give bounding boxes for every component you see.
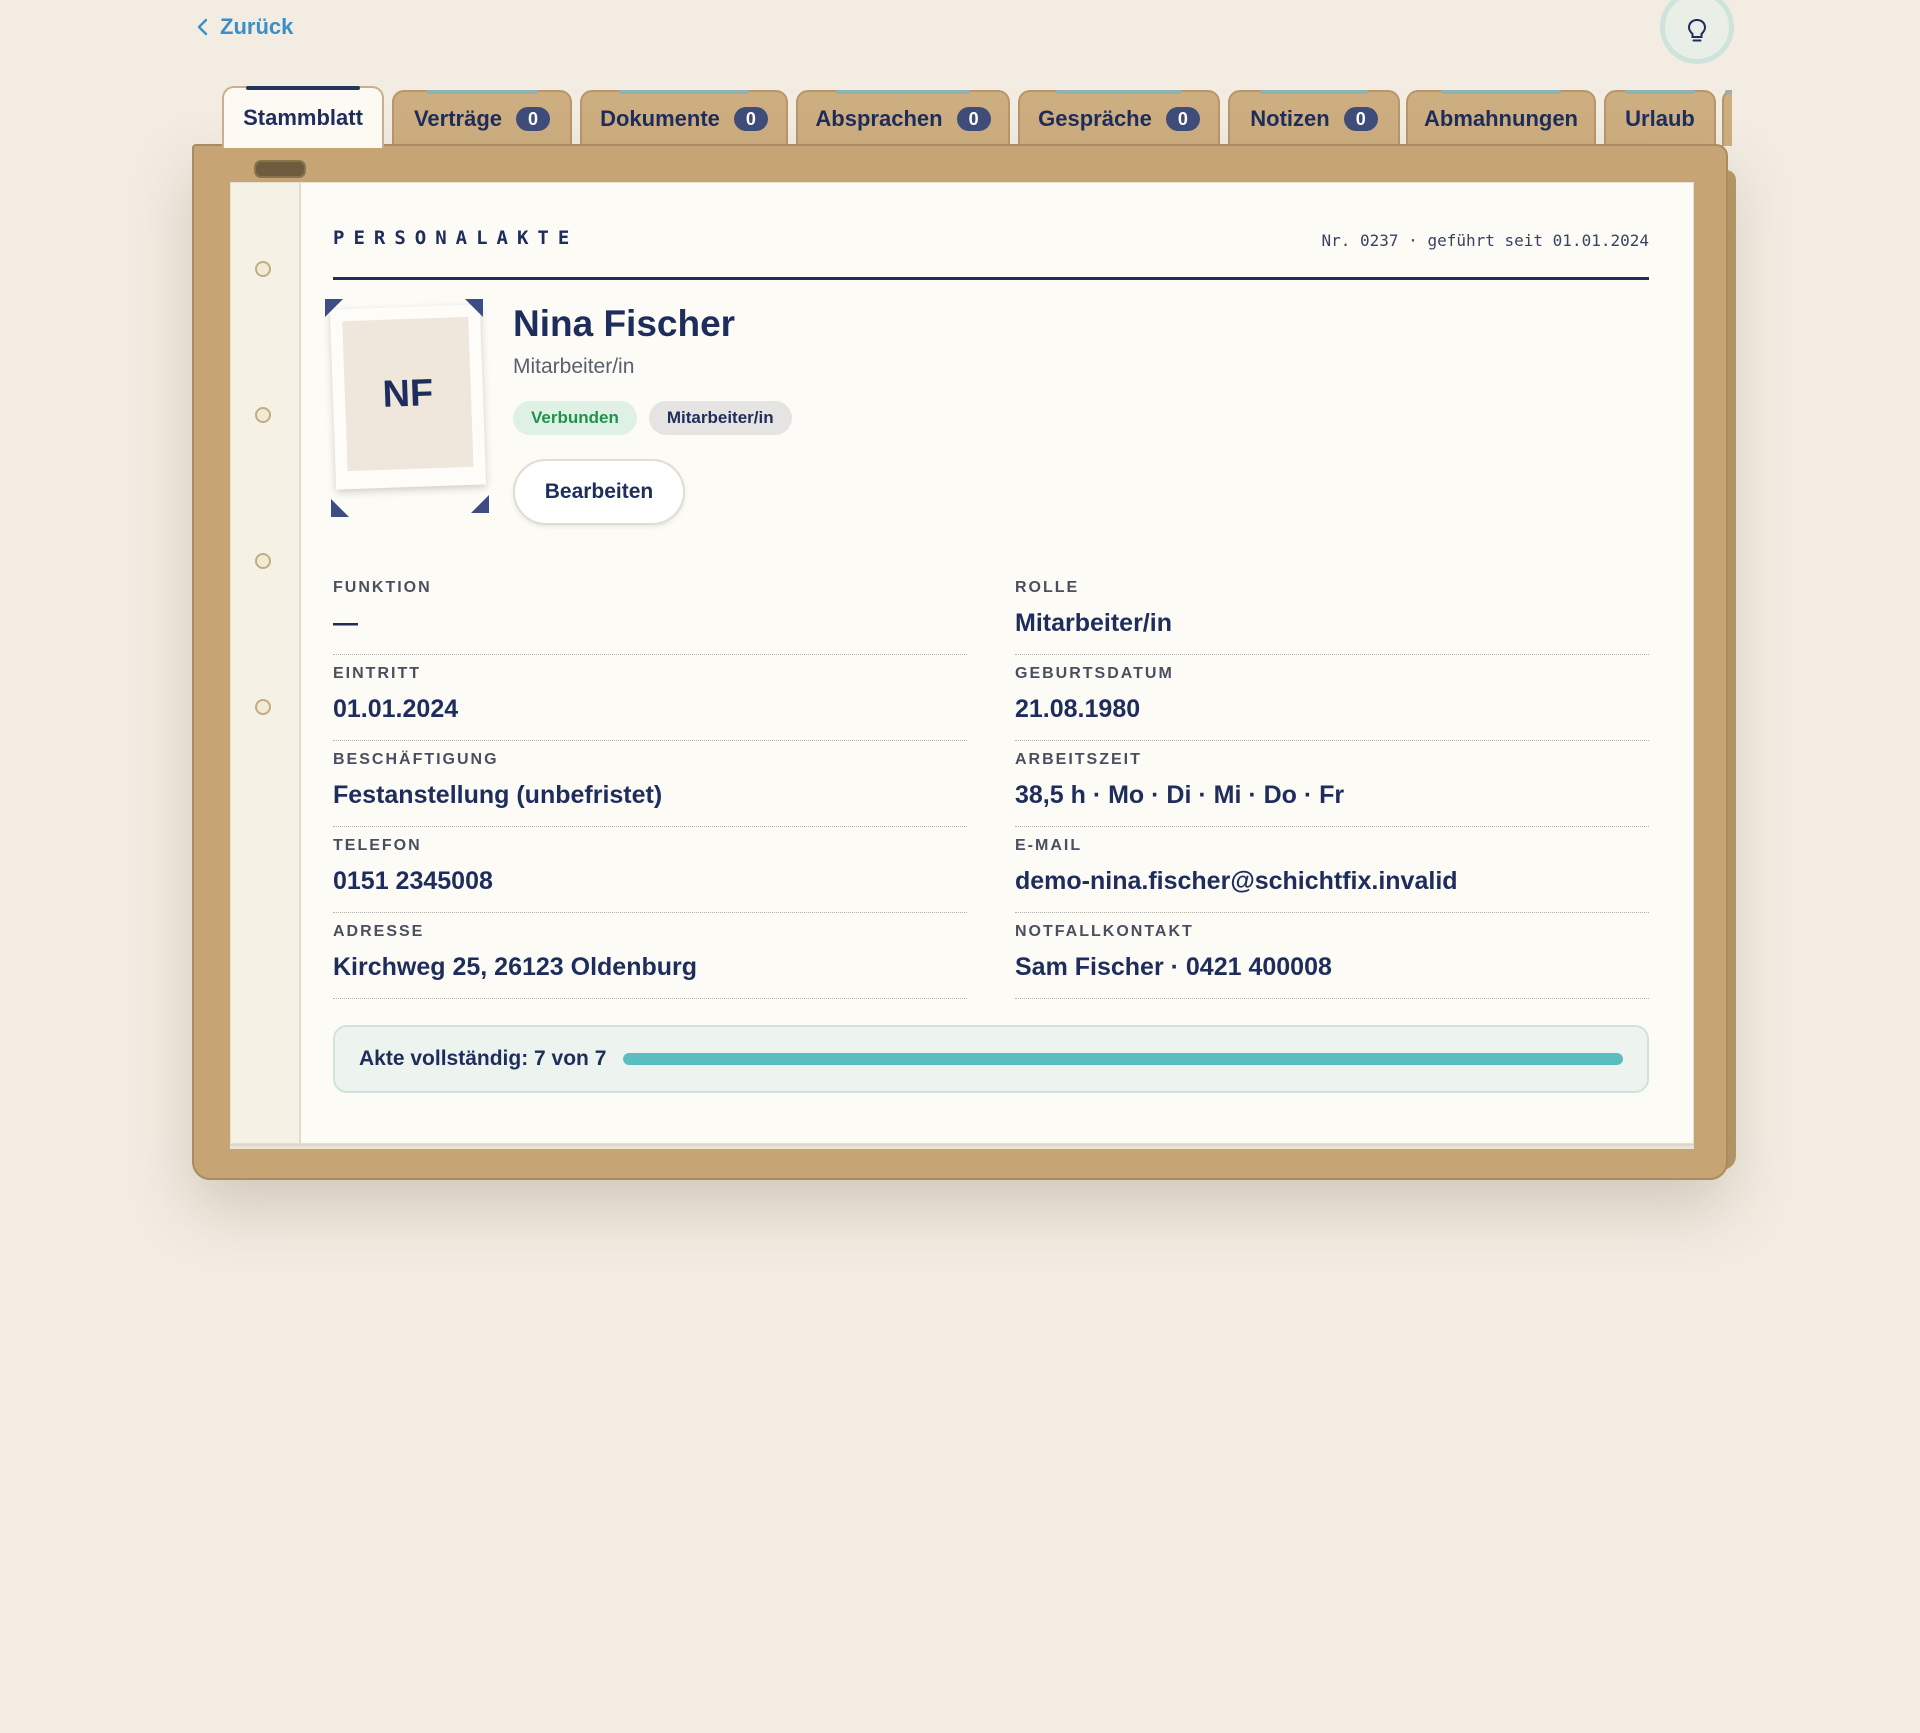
field-geburtsdatum: GEBURTSDATUM 21.08.1980 xyxy=(1015,655,1649,741)
field-telefon: TELEFON 0151 2345008 xyxy=(333,827,967,913)
count-badge: 0 xyxy=(956,107,991,131)
field-value: Kirchweg 25, 26123 Oldenburg xyxy=(333,953,698,981)
field-adresse: ADRESSE Kirchweg 25, 26123 Oldenburg xyxy=(333,913,967,999)
back-link[interactable]: Zurück xyxy=(196,14,293,40)
field-label: ARBEITSZEIT xyxy=(1015,751,1142,768)
photo-corner xyxy=(471,495,489,513)
role-badge: Mitarbeiter/in xyxy=(648,401,792,435)
completeness-progress-bar xyxy=(623,1053,1623,1065)
tab-label: Verträge xyxy=(413,106,503,131)
status-chips: Verbunden Mitarbeiter/in xyxy=(513,401,792,435)
punch-hole xyxy=(255,407,271,423)
count-badge: 0 xyxy=(516,107,551,131)
count-badge: 0 xyxy=(1343,107,1378,131)
person-role: Mitarbeiter/in xyxy=(513,355,635,378)
document-title: PERSONALAKTE xyxy=(333,227,579,249)
field-email: E-MAIL demo-nina.fischer@schichtfix.inva… xyxy=(1015,827,1649,913)
record-sheet: PERSONALAKTE Nr. 0237 · geführt seit 01.… xyxy=(230,182,1694,1144)
tab-notizen[interactable]: Notizen 0 xyxy=(1228,90,1400,146)
photo-corner xyxy=(325,299,343,317)
field-value: 21.08.1980 xyxy=(1015,695,1141,723)
field-label: ADRESSE xyxy=(333,923,425,940)
field-label: TELEFON xyxy=(333,837,422,854)
lightbulb-icon xyxy=(1687,18,1707,42)
field-rolle: ROLLE Mitarbeiter/in xyxy=(1015,569,1649,655)
field-eintritt: EINTRITT 01.01.2024 xyxy=(333,655,967,741)
avatar-initials: NF xyxy=(342,316,474,472)
tab-urlaub[interactable]: Urlaub xyxy=(1604,90,1716,146)
tab-label: Gespräche xyxy=(1038,106,1152,131)
tab-bar: Stammblatt Verträge 0 Dokumente 0 Abspra… xyxy=(222,86,1732,148)
binder-margin xyxy=(231,183,301,1143)
personnel-folder: PERSONALAKTE Nr. 0237 · geführt seit 01.… xyxy=(192,144,1728,1180)
tab-overflow-edge xyxy=(1722,90,1732,146)
tab-vertraege[interactable]: Verträge 0 xyxy=(392,90,572,146)
tab-label: Urlaub xyxy=(1625,106,1695,131)
field-value: 38,5 h · Mo · Di · Mi · Do · Fr xyxy=(1015,781,1345,809)
photo-frame: NF xyxy=(323,299,499,539)
tab-absprachen[interactable]: Absprachen 0 xyxy=(796,90,1010,146)
tab-stammblatt[interactable]: Stammblatt xyxy=(222,86,384,148)
punch-hole xyxy=(255,261,271,277)
field-beschaeftigung: BESCHÄFTIGUNG Festanstellung (unbefriste… xyxy=(333,741,967,827)
hint-button[interactable] xyxy=(1660,0,1734,66)
tab-label: Stammblatt xyxy=(243,105,363,130)
tab-label: Notizen xyxy=(1250,106,1330,131)
person-summary: Nina Fischer Mitarbeiter/in Verbunden Mi… xyxy=(513,303,792,525)
field-value: — xyxy=(333,609,358,637)
field-label: EINTRITT xyxy=(333,665,421,682)
count-badge: 0 xyxy=(733,107,768,131)
field-label: E-MAIL xyxy=(1015,837,1083,854)
field-arbeitszeit: ARBEITSZEIT 38,5 h · Mo · Di · Mi · Do ·… xyxy=(1015,741,1649,827)
punch-hole xyxy=(255,699,271,715)
field-value: 01.01.2024 xyxy=(333,695,459,723)
folder-slot xyxy=(254,160,306,178)
field-value: Sam Fischer · 0421 400008 xyxy=(1015,953,1332,981)
tab-abmahnungen[interactable]: Abmahnungen xyxy=(1406,90,1596,146)
tab-label: Absprachen xyxy=(815,106,943,131)
completeness-label: Akte vollständig: 7 von 7 xyxy=(359,1047,607,1070)
field-value: Festanstellung (unbefristet) xyxy=(333,781,663,809)
field-value: Mitarbeiter/in xyxy=(1015,609,1172,637)
completeness-panel: Akte vollständig: 7 von 7 xyxy=(333,1025,1649,1093)
completeness-progress-fill xyxy=(623,1053,1623,1065)
tab-label: Abmahnungen xyxy=(1424,106,1578,131)
back-label: Zurück xyxy=(220,14,294,39)
tab-gespraeche[interactable]: Gespräche 0 xyxy=(1018,90,1220,146)
field-label: ROLLE xyxy=(1015,579,1080,596)
field-label: BESCHÄFTIGUNG xyxy=(333,751,499,768)
edit-button[interactable]: Bearbeiten xyxy=(513,459,685,525)
field-value: demo-nina.fischer@schichtfix.invalid xyxy=(1015,867,1458,895)
photo-corner xyxy=(465,299,483,317)
field-label: NOTFALLKONTAKT xyxy=(1015,923,1194,940)
person-name: Nina Fischer xyxy=(513,303,736,344)
field-notfallkontakt: NOTFALLKONTAKT Sam Fischer · 0421 400008 xyxy=(1015,913,1649,999)
tab-dokumente[interactable]: Dokumente 0 xyxy=(580,90,788,146)
document-meta: Nr. 0237 · geführt seit 01.01.2024 xyxy=(1321,231,1649,250)
count-badge: 0 xyxy=(1165,107,1200,131)
photo: NF xyxy=(329,304,487,490)
tab-label: Dokumente xyxy=(600,106,720,131)
chevron-left-icon xyxy=(197,18,208,36)
field-value: 0151 2345008 xyxy=(333,867,493,895)
field-funktion: FUNKTION — xyxy=(333,569,967,655)
photo-corner xyxy=(331,499,349,517)
field-label: FUNKTION xyxy=(333,579,432,596)
document-header: PERSONALAKTE Nr. 0237 · geführt seit 01.… xyxy=(333,227,1649,280)
field-label: GEBURTSDATUM xyxy=(1015,665,1174,682)
punch-hole xyxy=(255,553,271,569)
status-badge-connected: Verbunden xyxy=(513,401,637,435)
